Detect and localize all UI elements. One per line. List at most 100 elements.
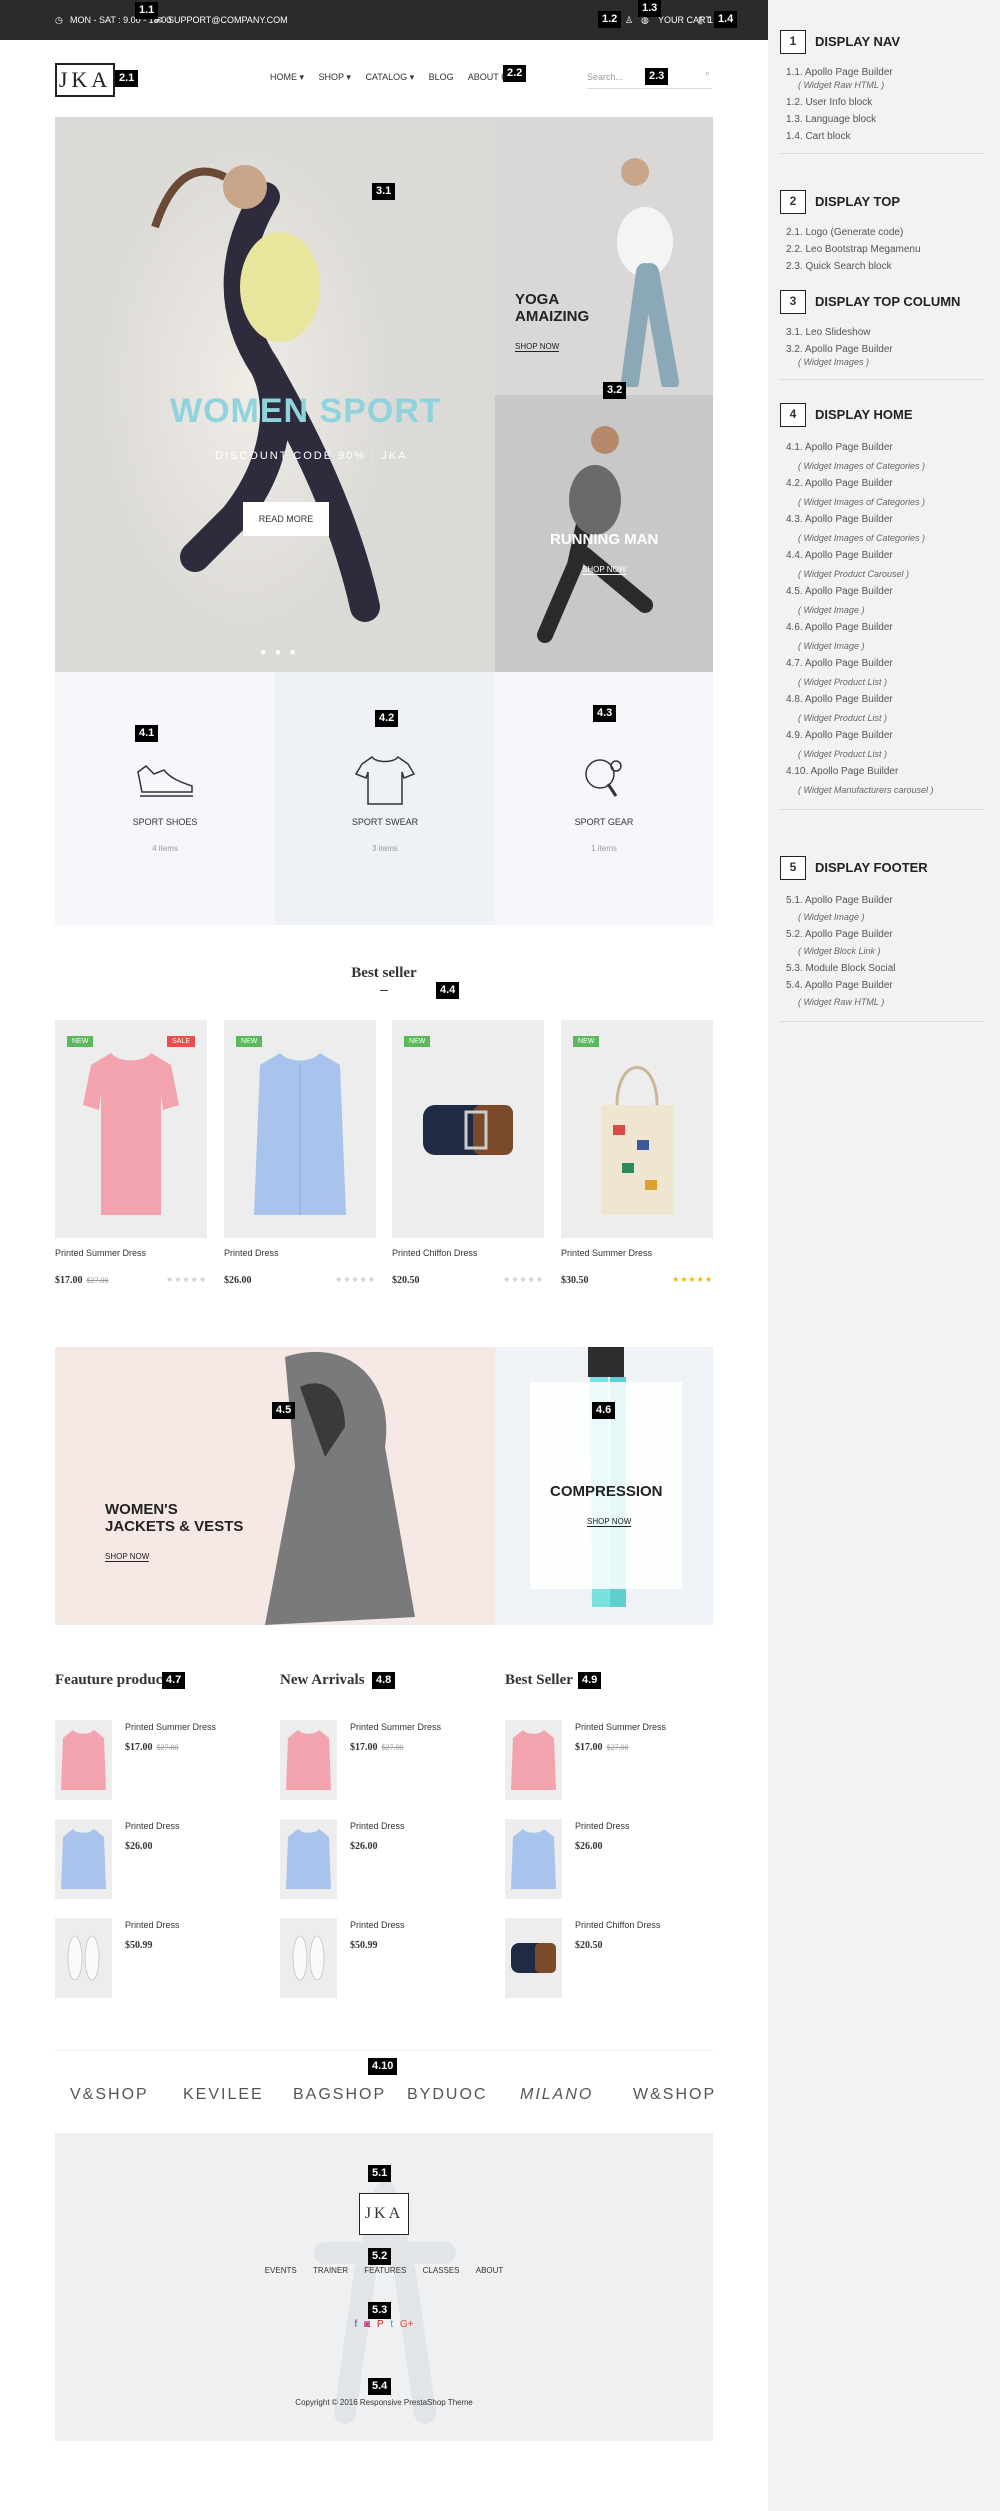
section-number: 4 [780, 403, 806, 427]
list-item[interactable]: Printed Dress $50.99 [280, 1918, 500, 1998]
section-number: 1 [780, 30, 806, 54]
best-seller-list-title: Best Seller [505, 1672, 573, 1688]
legend-item-sub: ( Widget Image ) [798, 641, 865, 651]
product-name[interactable]: Printed Chiffon Dress [392, 1248, 544, 1258]
product-card[interactable]: NEW Printed Chiffon Dress $20.50 ★★★★★ [392, 1020, 544, 1286]
product-thumb[interactable] [280, 1819, 337, 1899]
list-item[interactable]: Printed Summer Dress $17.00 $27.00 [505, 1720, 725, 1800]
product-thumb[interactable] [505, 1918, 562, 1998]
product-thumb[interactable] [505, 1819, 562, 1899]
brand-logo[interactable]: BAGSHOP [293, 2086, 386, 2104]
product-name[interactable]: Printed Dress [125, 1821, 180, 1831]
product-thumb[interactable] [55, 1918, 112, 1998]
list-item[interactable]: Printed Dress $26.00 [280, 1819, 500, 1899]
yoga-banner[interactable]: YOGA AMAIZING SHOP NOW [495, 117, 713, 395]
slide-dots[interactable]: ● ● ● [260, 647, 299, 658]
product-name[interactable]: Printed Summer Dress [350, 1722, 441, 1732]
product-price: $30.50 [561, 1275, 589, 1286]
compression-title: COMPRESSION [550, 1483, 663, 1500]
footer-link-events[interactable]: EVENTS [265, 2266, 297, 2275]
label-4-3: 4.3 [593, 705, 617, 722]
product-thumb[interactable] [55, 1720, 112, 1800]
product-image[interactable]: NEW SALE [55, 1020, 207, 1238]
footer-link-trainer[interactable]: TRAINER [313, 2266, 348, 2275]
menu-blog[interactable]: BLOG [429, 72, 454, 82]
cart-bag-icon[interactable]: ▯ [698, 15, 703, 26]
jackets-banner[interactable]: WOMEN'S JACKETS & VESTS SHOP NOW [55, 1347, 495, 1625]
search-icon[interactable]: ⌕ [705, 68, 710, 79]
brand-logo[interactable]: V&SHOP [70, 2086, 149, 2104]
read-more-button[interactable]: READ MORE [243, 502, 329, 536]
product-name[interactable]: Printed Dress [224, 1248, 376, 1258]
yoga-shop-now[interactable]: SHOP NOW [515, 342, 560, 352]
facebook-icon[interactable]: f [354, 2319, 357, 2330]
support-email[interactable]: SUPPORT@COMPANY.COM [168, 15, 288, 25]
pinterest-icon[interactable]: P [377, 2319, 384, 2330]
product-name[interactable]: Printed Summer Dress [125, 1722, 216, 1732]
site-logo[interactable]: JKA [55, 63, 115, 97]
list-item[interactable]: Printed Dress $50.99 [55, 1918, 275, 1998]
running-banner[interactable]: RUNNING MAN SHOP NOW [495, 395, 713, 672]
product-name[interactable]: Printed Summer Dress [575, 1722, 666, 1732]
list-item[interactable]: Printed Summer Dress $17.00 $27.00 [280, 1720, 500, 1800]
brand-logo[interactable]: KEVILEE [183, 2086, 264, 2104]
user-icon[interactable]: ♙ [625, 15, 633, 26]
product-name[interactable]: Printed Summer Dress [55, 1248, 207, 1258]
footer-link-about[interactable]: ABOUT [476, 2266, 504, 2275]
product-card[interactable]: NEW Printed Dress $26.00 ★★★★★ [224, 1020, 376, 1286]
list-item[interactable]: Printed Summer Dress $17.00 $27.00 [55, 1720, 275, 1800]
product-card[interactable]: NEW SALE Printed Summer Dress $17.00 $27.… [55, 1020, 207, 1286]
legend-item-sub: ( Widget Images of Categories ) [798, 461, 925, 471]
footer-logo[interactable]: JKA [359, 2193, 409, 2235]
product-image[interactable]: NEW [561, 1020, 713, 1238]
label-1-3: 1.3 [638, 0, 662, 17]
brand-logo[interactable]: W&SHOP [633, 2086, 716, 2104]
brand-logo[interactable]: BYDUOC [407, 2086, 487, 2104]
jackets-shop-now[interactable]: SHOP NOW [105, 1552, 150, 1562]
list-item[interactable]: Printed Dress $26.00 [505, 1819, 725, 1899]
legend-item: 4.1. Apollo Page Builder [786, 442, 893, 453]
list-item[interactable]: Printed Chiffon Dress $20.50 [505, 1918, 725, 1998]
product-name[interactable]: Printed Summer Dress [561, 1248, 713, 1258]
legend-item: 4.10. Apollo Page Builder [786, 766, 899, 777]
label-4-10: 4.10 [368, 2058, 398, 2075]
search-input[interactable]: Search... [587, 72, 623, 82]
copyright-text: Copyright © 2016 Responsive PrestaShop T… [295, 2398, 473, 2407]
instagram-icon[interactable]: ◙ [364, 2319, 370, 2330]
hero-slideshow[interactable]: WOMEN SPORT DISCOUNT CODE 90% : JKA READ… [55, 117, 495, 672]
product-name[interactable]: Printed Dress [350, 1920, 405, 1930]
main-menu: HOME ▾ SHOP ▾ CATALOG ▾ BLOG ABOUT US [270, 72, 526, 83]
product-name[interactable]: Printed Dress [575, 1821, 630, 1831]
cart-count[interactable]: 1 [708, 15, 713, 25]
category-sport-shoes[interactable]: SPORT SHOES 4 items [55, 672, 275, 925]
layout-legend-panel: 1 DISPLAY NAV 1.1. Apollo Page Builder (… [768, 0, 1000, 2511]
running-shop-now[interactable]: SHOP NOW [582, 565, 627, 575]
product-name[interactable]: Printed Dress [350, 1821, 405, 1831]
legend-item-sub: ( Widget Product List ) [798, 677, 887, 687]
best-seller-title: Best seller [351, 965, 417, 981]
product-image[interactable]: NEW [224, 1020, 376, 1238]
list-item[interactable]: Printed Dress $26.00 [55, 1819, 275, 1899]
google-plus-icon[interactable]: G+ [400, 2319, 414, 2330]
product-name[interactable]: Printed Dress [125, 1920, 180, 1930]
compression-shop-now[interactable]: SHOP NOW [587, 1517, 632, 1527]
product-thumb[interactable] [280, 1918, 337, 1998]
twitter-icon[interactable]: t [390, 2319, 393, 2330]
product-thumb[interactable] [505, 1720, 562, 1800]
product-thumb[interactable] [280, 1720, 337, 1800]
menu-catalog[interactable]: CATALOG ▾ [365, 72, 414, 82]
section-number: 3 [780, 290, 806, 314]
product-card[interactable]: NEW Printed Summer Dress $30.50 ★★★★★ [561, 1020, 713, 1286]
product-name[interactable]: Printed Chiffon Dress [575, 1920, 660, 1930]
footer-link-features[interactable]: FEATURES [364, 2266, 406, 2275]
label-3-2: 3.2 [603, 382, 627, 399]
menu-shop[interactable]: SHOP ▾ [319, 72, 351, 82]
footer-link-classes[interactable]: CLASSES [423, 2266, 460, 2275]
label-5-4: 5.4 [368, 2378, 392, 2395]
label-1-2: 1.2 [598, 11, 622, 28]
menu-home[interactable]: HOME ▾ [270, 72, 304, 82]
brand-logo[interactable]: MILANO [520, 2086, 593, 2104]
product-image[interactable]: NEW [392, 1020, 544, 1238]
product-thumb[interactable] [55, 1819, 112, 1899]
compression-banner[interactable]: COMPRESSION SHOP NOW [495, 1347, 713, 1625]
